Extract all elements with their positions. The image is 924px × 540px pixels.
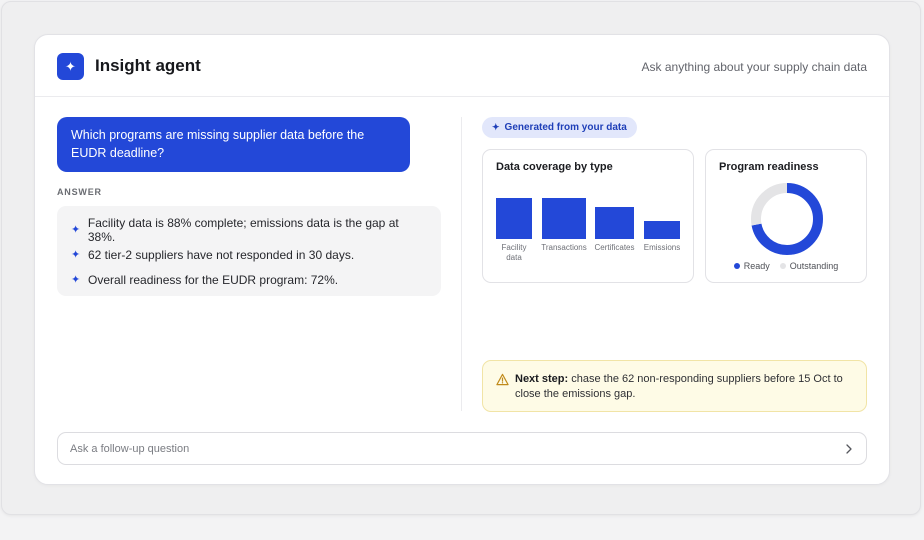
answer-item: ✦ Facility data is 88% complete; emissio… [71,215,427,244]
header: ✦ Insight agent Ask anything about your … [35,35,889,97]
answer-label: ANSWER [57,187,102,197]
bar-label: Transactions [541,243,587,252]
bar-label: Facility data [501,243,527,262]
app-window: ✦ Insight agent Ask anything about your … [1,1,921,515]
sparkle-icon: ✦ [492,122,500,132]
bar-transactions [542,198,586,239]
chart-title: Program readiness [719,161,819,173]
chevron-right-icon[interactable] [844,443,854,455]
followup-input-container[interactable] [57,432,867,465]
page-subtitle: Ask anything about your supply chain dat… [641,60,867,74]
column-divider [461,117,462,411]
legend-item-outstanding: Outstanding [779,261,839,271]
legend-swatch [733,263,740,269]
readiness-chart-panel: Program readiness Ready Outstanding [705,149,867,283]
next-step-callout: Next step: chase the 62 non-responding s… [482,360,867,412]
legend-item-ready: Ready [733,261,770,271]
bar-emissions [644,221,680,239]
legend-label: Outstanding [789,261,839,271]
answer-item: ✦ Overall readiness for the EUDR program… [71,267,427,292]
user-question-bubble: Which programs are missing supplier data… [57,117,410,172]
legend-swatch [779,263,786,269]
followup-input[interactable] [70,433,810,464]
readiness-donut-chart [751,183,823,255]
sparkle-icon: ✦ [71,274,81,286]
warning-icon [496,373,509,386]
answer-item-text: 62 tier-2 suppliers have not responded i… [88,247,355,262]
next-step-label: Next step: [515,373,569,385]
sparkle-icon: ✦ [57,53,84,80]
generated-badge-label: Generated from your data [504,122,627,133]
answer-item-text: Overall readiness for the EUDR program: … [88,272,339,287]
bar-certificates [595,207,634,239]
answer-item-text: Facility data is 88% complete; emissions… [87,215,399,244]
bar-label: Emissions [643,243,681,252]
generated-badge: ✦ Generated from your data [482,117,637,138]
coverage-chart-panel: Data coverage by type Facility data Transa… [482,149,694,283]
answer-box: ✦ Facility data is 88% complete; emissio… [57,206,441,296]
answer-item: ✦ 62 tier-2 suppliers have not responded… [71,242,427,267]
next-step-text: Next step: chase the 62 non-responding s… [515,372,845,402]
sparkle-icon: ✦ [71,249,81,261]
bar-facility-data [496,197,532,239]
page-title: Insight agent [95,56,201,75]
legend-label: Ready [743,261,770,271]
coverage-bar-chart: Facility data Transactions Certificates Emis… [483,150,693,282]
sparkle-icon: ✦ [71,224,81,236]
insight-agent-card: ✦ Insight agent Ask anything about your … [34,34,890,485]
chart-legend: Ready Outstanding [706,261,866,271]
